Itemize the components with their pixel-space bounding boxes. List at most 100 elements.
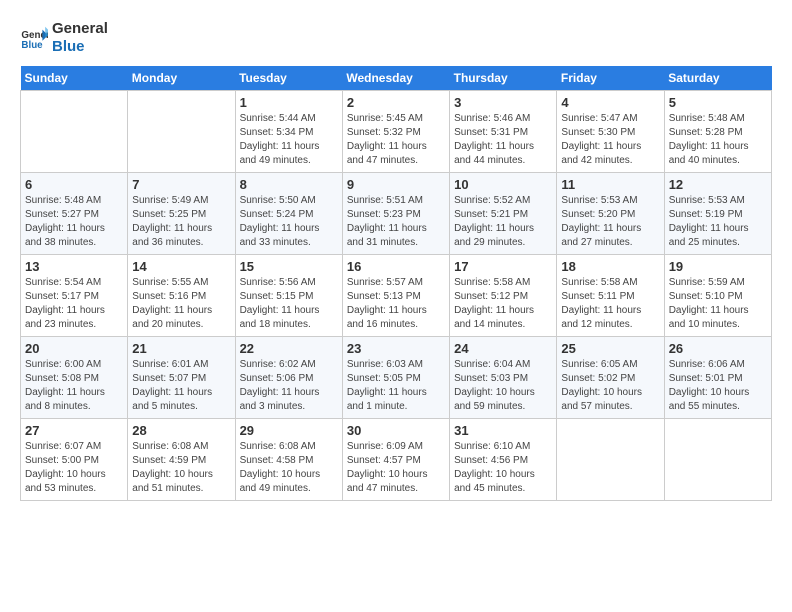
calendar-cell: 2 Sunrise: 5:45 AMSunset: 5:32 PMDaylight… (342, 91, 449, 173)
day-number: 16 (347, 259, 445, 274)
calendar-cell: 11Sunrise: 5:53 AMSunset: 5:20 PMDayligh… (557, 173, 664, 255)
day-info: Sunrise: 5:45 AMSunset: 5:32 PMDaylight:… (347, 112, 445, 168)
day-number: 31 (454, 423, 552, 438)
calendar-cell (557, 419, 664, 501)
day-info: Sunrise: 6:05 AMSunset: 5:02 PMDaylight:… (561, 358, 659, 414)
logo: General Blue General Blue (20, 20, 108, 56)
day-number: 25 (561, 341, 659, 356)
day-info: Sunrise: 5:57 AMSunset: 5:13 PMDaylight:… (347, 276, 445, 332)
day-info: Sunrise: 6:03 AMSunset: 5:05 PMDaylight:… (347, 358, 445, 414)
calendar-cell: 23 Sunrise: 6:03 AMSunset: 5:05 PMDayligh… (342, 337, 449, 419)
calendar-cell: 21 Sunrise: 6:01 AMSunset: 5:07 PMDayligh… (128, 337, 235, 419)
calendar-cell: 28 Sunrise: 6:08 AMSunset: 4:59 PMDayligh… (128, 419, 235, 501)
calendar-cell: 19 Sunrise: 5:59 AMSunset: 5:10 PMDayligh… (664, 255, 771, 337)
day-number: 28 (132, 423, 230, 438)
day-info: Sunrise: 6:07 AMSunset: 5:00 PMDaylight:… (25, 440, 123, 496)
day-number: 27 (25, 423, 123, 438)
calendar-cell (21, 91, 128, 173)
day-number: 13 (25, 259, 123, 274)
calendar-cell: 12Sunrise: 5:53 AMSunset: 5:19 PMDayligh… (664, 173, 771, 255)
day-info: Sunrise: 5:58 AMSunset: 5:11 PMDaylight:… (561, 276, 659, 332)
calendar-cell: 6Sunrise: 5:48 AMSunset: 5:27 PMDaylight… (21, 173, 128, 255)
weekday-header-wednesday: Wednesday (342, 66, 449, 91)
calendar-cell: 27 Sunrise: 6:07 AMSunset: 5:00 PMDayligh… (21, 419, 128, 501)
day-number: 14 (132, 259, 230, 274)
day-info: Sunrise: 6:00 AMSunset: 5:08 PMDaylight:… (25, 358, 123, 414)
day-number: 1 (240, 95, 338, 110)
day-info: Sunrise: 5:50 AMSunset: 5:24 PMDaylight:… (240, 194, 338, 250)
calendar-cell (128, 91, 235, 173)
day-info: Sunrise: 6:06 AMSunset: 5:01 PMDaylight:… (669, 358, 767, 414)
day-number: 19 (669, 259, 767, 274)
day-number: 15 (240, 259, 338, 274)
day-info: Sunrise: 6:01 AMSunset: 5:07 PMDaylight:… (132, 358, 230, 414)
weekday-header-thursday: Thursday (450, 66, 557, 91)
calendar-cell: 22 Sunrise: 6:02 AMSunset: 5:06 PMDayligh… (235, 337, 342, 419)
calendar-cell: 29Sunrise: 6:08 AMSunset: 4:58 PMDayligh… (235, 419, 342, 501)
page-header: General Blue General Blue (20, 20, 772, 56)
calendar-cell: 10 Sunrise: 5:52 AMSunset: 5:21 PMDayligh… (450, 173, 557, 255)
day-info: Sunrise: 6:10 AMSunset: 4:56 PMDaylight:… (454, 440, 552, 496)
day-info: Sunrise: 5:54 AMSunset: 5:17 PMDaylight:… (25, 276, 123, 332)
day-number: 9 (347, 177, 445, 192)
day-number: 8 (240, 177, 338, 192)
calendar-week-3: 13 Sunrise: 5:54 AMSunset: 5:17 PMDayligh… (21, 255, 772, 337)
logo-blue: Blue (52, 38, 108, 56)
calendar-cell: 30 Sunrise: 6:09 AMSunset: 4:57 PMDayligh… (342, 419, 449, 501)
day-info: Sunrise: 6:08 AMSunset: 4:59 PMDaylight:… (132, 440, 230, 496)
day-number: 6 (25, 177, 123, 192)
day-number: 21 (132, 341, 230, 356)
day-info: Sunrise: 5:44 AMSunset: 5:34 PMDaylight:… (240, 112, 338, 168)
calendar-cell: 24Sunrise: 6:04 AMSunset: 5:03 PMDayligh… (450, 337, 557, 419)
weekday-header-monday: Monday (128, 66, 235, 91)
weekday-header-sunday: Sunday (21, 66, 128, 91)
day-info: Sunrise: 6:02 AMSunset: 5:06 PMDaylight:… (240, 358, 338, 414)
day-number: 17 (454, 259, 552, 274)
day-number: 30 (347, 423, 445, 438)
day-number: 2 (347, 95, 445, 110)
calendar-cell: 25 Sunrise: 6:05 AMSunset: 5:02 PMDayligh… (557, 337, 664, 419)
day-number: 7 (132, 177, 230, 192)
weekday-header-tuesday: Tuesday (235, 66, 342, 91)
day-info: Sunrise: 5:47 AMSunset: 5:30 PMDaylight:… (561, 112, 659, 168)
calendar-cell: 18 Sunrise: 5:58 AMSunset: 5:11 PMDayligh… (557, 255, 664, 337)
calendar-cell: 3 Sunrise: 5:46 AMSunset: 5:31 PMDaylight… (450, 91, 557, 173)
calendar-cell: 26 Sunrise: 6:06 AMSunset: 5:01 PMDayligh… (664, 337, 771, 419)
logo-general: General (52, 20, 108, 38)
calendar-cell: 8 Sunrise: 5:50 AMSunset: 5:24 PMDaylight… (235, 173, 342, 255)
day-info: Sunrise: 5:59 AMSunset: 5:10 PMDaylight:… (669, 276, 767, 332)
day-number: 5 (669, 95, 767, 110)
calendar-cell: 17Sunrise: 5:58 AMSunset: 5:12 PMDayligh… (450, 255, 557, 337)
day-number: 3 (454, 95, 552, 110)
calendar-table: SundayMondayTuesdayWednesdayThursdayFrid… (20, 66, 772, 501)
calendar-cell: 1 Sunrise: 5:44 AMSunset: 5:34 PMDaylight… (235, 91, 342, 173)
day-number: 10 (454, 177, 552, 192)
svg-text:Blue: Blue (21, 40, 43, 51)
calendar-week-2: 6Sunrise: 5:48 AMSunset: 5:27 PMDaylight… (21, 173, 772, 255)
calendar-week-4: 20Sunrise: 6:00 AMSunset: 5:08 PMDayligh… (21, 337, 772, 419)
weekday-header-friday: Friday (557, 66, 664, 91)
day-number: 24 (454, 341, 552, 356)
calendar-cell: 31 Sunrise: 6:10 AMSunset: 4:56 PMDayligh… (450, 419, 557, 501)
calendar-cell: 7 Sunrise: 5:49 AMSunset: 5:25 PMDaylight… (128, 173, 235, 255)
calendar-cell (664, 419, 771, 501)
day-info: Sunrise: 5:55 AMSunset: 5:16 PMDaylight:… (132, 276, 230, 332)
day-number: 23 (347, 341, 445, 356)
day-info: Sunrise: 6:09 AMSunset: 4:57 PMDaylight:… (347, 440, 445, 496)
calendar-cell: 9 Sunrise: 5:51 AMSunset: 5:23 PMDaylight… (342, 173, 449, 255)
calendar-cell: 4Sunrise: 5:47 AMSunset: 5:30 PMDaylight… (557, 91, 664, 173)
calendar-cell: 14 Sunrise: 5:55 AMSunset: 5:16 PMDayligh… (128, 255, 235, 337)
day-number: 18 (561, 259, 659, 274)
day-info: Sunrise: 5:46 AMSunset: 5:31 PMDaylight:… (454, 112, 552, 168)
calendar-cell: 16 Sunrise: 5:57 AMSunset: 5:13 PMDayligh… (342, 255, 449, 337)
day-info: Sunrise: 5:52 AMSunset: 5:21 PMDaylight:… (454, 194, 552, 250)
day-info: Sunrise: 5:49 AMSunset: 5:25 PMDaylight:… (132, 194, 230, 250)
logo-icon: General Blue (20, 24, 48, 52)
day-number: 26 (669, 341, 767, 356)
calendar-cell: 20Sunrise: 6:00 AMSunset: 5:08 PMDayligh… (21, 337, 128, 419)
day-number: 22 (240, 341, 338, 356)
day-number: 12 (669, 177, 767, 192)
day-info: Sunrise: 5:51 AMSunset: 5:23 PMDaylight:… (347, 194, 445, 250)
day-number: 29 (240, 423, 338, 438)
calendar-cell: 13 Sunrise: 5:54 AMSunset: 5:17 PMDayligh… (21, 255, 128, 337)
